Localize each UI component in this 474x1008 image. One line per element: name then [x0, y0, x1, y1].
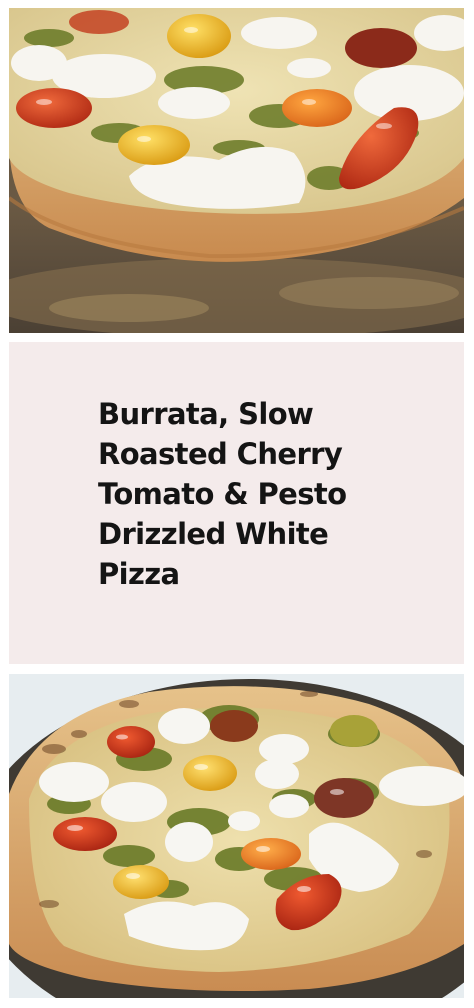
recipe-title-line: Roasted Cherry — [98, 437, 343, 471]
recipe-title-line: Tomato & Pesto — [98, 477, 347, 511]
recipe-title-line: Burrata, Slow — [98, 397, 314, 431]
recipe-title-line: Pizza — [98, 557, 180, 591]
recipe-title: Burrata, Slow Roasted Cherry Tomato & Pe… — [98, 394, 418, 594]
bottom-pizza-photo — [9, 674, 464, 998]
top-pizza-photo — [9, 8, 464, 333]
recipe-title-card: Burrata, Slow Roasted Cherry Tomato & Pe… — [9, 342, 464, 664]
recipe-title-line: Drizzled White — [98, 517, 329, 551]
